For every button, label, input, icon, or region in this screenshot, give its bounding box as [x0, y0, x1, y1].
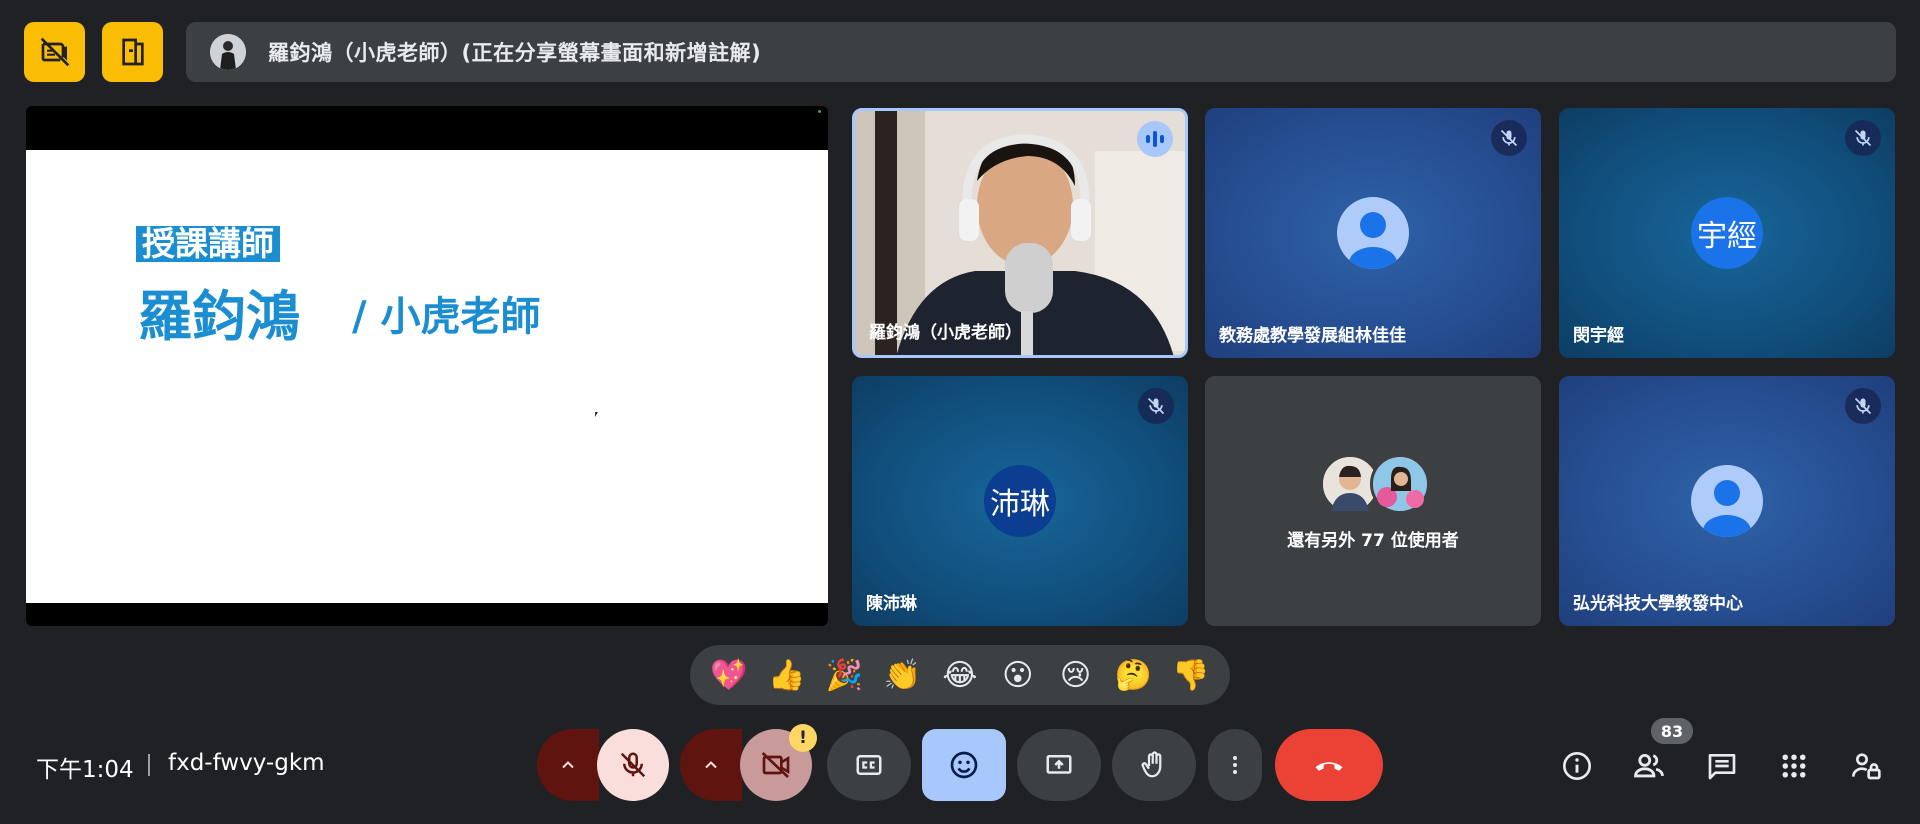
- more-participants-text: 還有另外 77 位使用者: [1287, 531, 1459, 551]
- mic-off-icon: [620, 752, 646, 778]
- reaction-sad[interactable]: 😢: [1049, 649, 1101, 701]
- shared-screen[interactable]: 授課講師 羅鈞鴻 / 小虎老師: [26, 106, 828, 626]
- reaction-surprised[interactable]: 😮: [992, 649, 1044, 701]
- slide-tag: 授課講師: [136, 226, 280, 262]
- cursor-icon: [595, 412, 598, 417]
- send-reaction-button[interactable]: [922, 729, 1006, 801]
- raise-hand-button[interactable]: [1112, 729, 1196, 801]
- presenter-status: 羅鈞鴻（小虎老師）(正在分享螢幕畫面和新增註解): [268, 41, 762, 65]
- presenter-avatar: [210, 34, 246, 70]
- slide-name: 羅鈞鴻: [138, 284, 300, 348]
- chat-button[interactable]: [1700, 744, 1744, 788]
- status-dot: [818, 110, 821, 113]
- host-controls-button[interactable]: [1844, 744, 1888, 788]
- reaction-clap[interactable]: 👏: [876, 649, 928, 701]
- participant-name: 閔宇經: [1573, 326, 1624, 346]
- emoji-icon: [950, 751, 978, 779]
- reaction-sparkling-heart[interactable]: 💖: [703, 649, 755, 701]
- participant-tile[interactable]: 宇經 閔宇經: [1559, 108, 1895, 358]
- warning-badge[interactable]: !: [789, 724, 817, 752]
- slide: 授課講師 羅鈞鴻 / 小虎老師: [26, 150, 828, 603]
- presentation-button[interactable]: [102, 22, 163, 82]
- host-controls-icon: [1852, 753, 1881, 780]
- captions-icon: [856, 755, 882, 775]
- participant-name: 陳沛琳: [866, 594, 917, 614]
- slide-subtitle: / 小虎老師: [352, 293, 541, 340]
- activities-button[interactable]: [1772, 744, 1816, 788]
- avatar: 沛琳: [984, 465, 1056, 537]
- mic-off-icon: [1845, 388, 1881, 424]
- meeting-code: fxd-fwvy-gkm: [168, 750, 325, 776]
- reaction-thumbs-up[interactable]: 👍: [761, 649, 813, 701]
- avatar: [1370, 454, 1430, 514]
- divider: [148, 754, 150, 776]
- reaction-thinking[interactable]: 🤔: [1107, 649, 1159, 701]
- more-avatars: [1315, 454, 1435, 514]
- video-options-button[interactable]: [680, 729, 742, 801]
- reaction-laugh[interactable]: 😂: [934, 649, 986, 701]
- chevron-up-icon: [705, 761, 717, 769]
- reaction-party-popper[interactable]: 🎉: [818, 649, 870, 701]
- avatar: 宇經: [1691, 197, 1763, 269]
- more-options-button[interactable]: [1208, 729, 1262, 801]
- hide-video-button[interactable]: [24, 22, 85, 82]
- avatar: [1691, 465, 1763, 537]
- activities-icon: [1782, 754, 1806, 778]
- info-icon: [1563, 752, 1591, 780]
- mic-off-icon: [1845, 120, 1881, 156]
- raise-hand-icon: [1141, 751, 1162, 778]
- chevron-up-icon: [562, 761, 574, 769]
- mic-off-icon: [1138, 388, 1174, 424]
- avatar: [1337, 197, 1409, 269]
- participant-tile[interactable]: 教務處教學發展組林佳佳: [1205, 108, 1541, 358]
- leave-call-button[interactable]: [1275, 729, 1383, 801]
- participant-name: 羅鈞鴻（小虎老師）: [869, 323, 1022, 343]
- present-now-button[interactable]: [1017, 729, 1101, 801]
- meeting-details-button[interactable]: [1555, 744, 1599, 788]
- speaking-indicator-icon: [1137, 121, 1173, 157]
- more-participants-tile[interactable]: 還有另外 77 位使用者: [1205, 376, 1541, 626]
- end-call-icon: [1315, 762, 1343, 771]
- people-button[interactable]: [1627, 744, 1671, 788]
- participant-name: 教務處教學發展組林佳佳: [1219, 326, 1406, 346]
- mic-toggle-button[interactable]: [597, 729, 669, 801]
- participant-count-badge: 83: [1651, 718, 1693, 744]
- participant-tile-speaking[interactable]: 羅鈞鴻（小虎老師）: [852, 108, 1188, 358]
- meeting-time: 下午1:04: [36, 757, 134, 783]
- mic-off-icon: [1491, 120, 1527, 156]
- reaction-thumbs-down[interactable]: 👎: [1165, 649, 1217, 701]
- participant-tile[interactable]: 弘光科技大學教發中心: [1559, 376, 1895, 626]
- participant-tile[interactable]: 沛琳 陳沛琳: [852, 376, 1188, 626]
- hide-tile-icon: [40, 37, 69, 67]
- chat-icon: [1708, 754, 1736, 780]
- more-options-icon: [1233, 756, 1237, 774]
- participant-name: 弘光科技大學教發中心: [1573, 594, 1743, 614]
- presenter-bar: 羅鈞鴻（小虎老師）(正在分享螢幕畫面和新增註解): [186, 22, 1896, 82]
- present-icon: [121, 38, 144, 66]
- captions-button[interactable]: [827, 729, 911, 801]
- reactions-bar: 💖 👍 🎉 👏 😂 😮 😢 🤔 👎: [690, 645, 1230, 705]
- present-now-icon: [1046, 755, 1072, 774]
- audio-options-button[interactable]: [537, 729, 599, 801]
- cam-off-icon: [761, 752, 790, 778]
- people-icon: [1634, 753, 1664, 778]
